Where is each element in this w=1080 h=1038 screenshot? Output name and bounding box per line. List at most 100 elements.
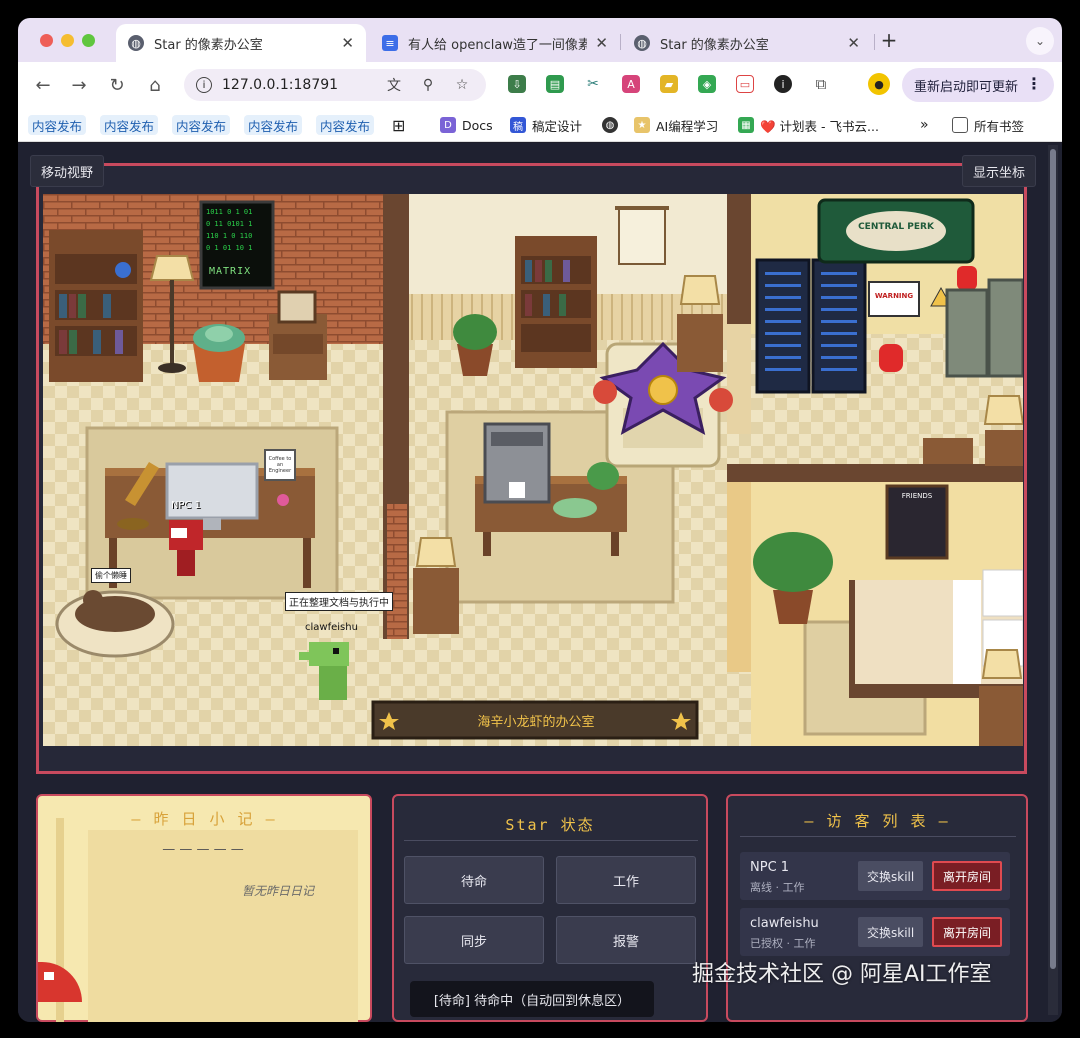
svg-text:0 11 0101 1: 0 11 0101 1 — [206, 220, 252, 228]
mushroom-icon — [38, 962, 82, 1002]
friends-poster-text: FRIENDS — [901, 492, 933, 500]
divider — [404, 840, 698, 841]
bookmark-pill[interactable]: 内容发布 — [172, 115, 231, 135]
central-perk-sign: CENTRAL PERK — [858, 222, 934, 232]
info-icon[interactable]: i — [196, 77, 212, 93]
more-bookmarks-icon[interactable]: » — [920, 115, 929, 135]
pixel-office-scene[interactable]: 1011 0 1 01 0 11 0101 1 110 1 0 110 0 1 … — [43, 194, 1023, 746]
bookmark-pill[interactable]: 内容发布 — [244, 115, 303, 135]
folder-icon — [952, 117, 968, 133]
translate-extension-icon[interactable]: A — [622, 75, 640, 93]
apps-grid-icon[interactable]: ⊞ — [392, 115, 405, 135]
leave-room-button[interactable]: 离开房间 — [932, 917, 1003, 947]
npc-1-name[interactable]: NPC 1 — [171, 500, 201, 511]
swap-skill-button[interactable]: 交换skill — [858, 861, 924, 891]
home-button[interactable]: ⌂ — [142, 72, 168, 98]
tv-extension-icon[interactable]: ▭ — [736, 75, 754, 93]
svg-text:110 1 0 110: 110 1 0 110 — [206, 232, 252, 240]
tab-search-button[interactable]: ⌄ — [1026, 27, 1054, 55]
status-toast: [待命] 待命中（自动回到休息区） — [410, 981, 654, 1017]
layers-extension-icon[interactable]: ◈ — [698, 75, 716, 93]
close-window-button[interactable] — [40, 34, 53, 47]
page-content: 1011 0 1 01 0 11 0101 1 110 1 0 110 0 1 … — [18, 143, 1062, 1022]
scrollbar-thumb[interactable] — [1050, 149, 1056, 969]
visitor-status: 离线 · 工作 — [750, 881, 805, 894]
minimize-window-button[interactable] — [61, 34, 74, 47]
page-scrollbar[interactable] — [1048, 145, 1058, 1015]
show-coords-button[interactable]: 显示坐标 — [962, 155, 1037, 187]
update-label: 重新启动即可更新 — [914, 79, 1019, 95]
forward-button[interactable]: → — [66, 72, 92, 98]
leave-room-button[interactable]: 离开房间 — [932, 861, 1003, 891]
cat-label: 偷个懒睡 — [91, 568, 131, 583]
tip-extension-icon[interactable]: i — [774, 75, 792, 93]
memo-page — [88, 830, 358, 1022]
folder-extension-icon[interactable]: ▰ — [660, 75, 678, 93]
translate-icon[interactable]: 文 — [384, 75, 404, 95]
address-bar[interactable]: i 127.0.0.1:18791 文 ⚲ ☆ — [184, 69, 486, 101]
divider — [740, 836, 1016, 837]
memo-empty-text: 暂无昨日日记 — [242, 884, 315, 898]
game-frame: 1011 0 1 01 0 11 0101 1 110 1 0 110 0 1 … — [36, 163, 1027, 774]
sheet-icon: ▦ — [738, 117, 754, 133]
bookmark-plan-sheet[interactable]: ▦ ❤️ 计划表 - 飞书云... — [738, 115, 879, 135]
bookmark-docs[interactable]: D Docs — [440, 115, 493, 135]
gaoding-icon: 稿 — [510, 117, 526, 133]
bookmark-star-icon[interactable]: ☆ — [452, 75, 472, 95]
warning-sign-text: WARNING — [874, 292, 914, 300]
globe-icon: ◍ — [128, 35, 144, 51]
url-text: 127.0.0.1:18791 — [222, 77, 339, 93]
swap-skill-button[interactable]: 交换skill — [858, 917, 924, 947]
reload-button[interactable]: ↻ — [104, 72, 130, 98]
tab-article[interactable]: ≡ 有人给 openclaw造了一间像素 ✕ — [370, 24, 620, 62]
maximize-window-button[interactable] — [82, 34, 95, 47]
profile-avatar[interactable]: ● — [868, 73, 890, 95]
memo-title: — 昨 日 小 记 — — [131, 810, 277, 828]
bookmark-icon: ★ — [634, 117, 650, 133]
download-extension-icon[interactable]: ⇩ — [508, 75, 526, 93]
yesterday-memo-panel: — 昨 日 小 记 — — — — — — 暂无昨日日记 — [36, 794, 372, 1022]
svg-text:1011 0 1 01: 1011 0 1 01 — [206, 208, 252, 216]
new-tab-button[interactable]: + — [876, 27, 902, 53]
tab-strip: ◍ Star 的像素办公室 ✕ ≡ 有人给 openclaw造了一间像素 ✕ ◍… — [18, 18, 1062, 62]
scissors-extension-icon[interactable]: ✂ — [584, 75, 602, 93]
watermark: 掘金技术社区 @ 阿星AI工作室 — [692, 962, 992, 987]
work-button[interactable]: 工作 — [556, 856, 696, 904]
agent-name[interactable]: clawfeishu — [305, 622, 358, 633]
back-button[interactable]: ← — [30, 72, 56, 98]
close-icon[interactable]: ✕ — [847, 34, 860, 52]
bookmark-pill[interactable]: 内容发布 — [316, 115, 375, 135]
tab-star-office-2[interactable]: ◍ Star 的像素办公室 ✕ — [622, 24, 872, 62]
bookmark-pill[interactable]: 内容发布 — [100, 115, 159, 135]
office-banner: 海辛小龙虾的办公室 — [477, 715, 595, 730]
sheet-extension-icon[interactable]: ▤ — [546, 75, 564, 93]
globe-icon[interactable]: ◍ — [602, 115, 624, 135]
sync-button[interactable]: 同步 — [404, 916, 544, 964]
toolbar: ← → ↻ ⌂ i 127.0.0.1:18791 文 ⚲ ☆ ⇩ ▤ ✂ A … — [18, 62, 1062, 108]
bookmark-gaoding[interactable]: 稿稿定设计 — [510, 115, 582, 135]
close-icon[interactable]: ✕ — [341, 34, 354, 52]
docs-icon: D — [440, 117, 456, 133]
move-view-button[interactable]: 移动视野 — [30, 155, 105, 187]
visitor-name: clawfeishu — [750, 916, 819, 931]
update-button[interactable]: 重新启动即可更新 ⋮ — [902, 68, 1054, 102]
visitor-name: NPC 1 — [750, 860, 790, 875]
zoom-icon[interactable]: ⚲ — [418, 75, 438, 95]
tab-divider — [620, 34, 621, 50]
memo-dashes: — — — — — — [162, 842, 244, 857]
office-map: 1011 0 1 01 0 11 0101 1 110 1 0 110 0 1 … — [43, 194, 1023, 746]
bookmark-pill[interactable]: 内容发布 — [28, 115, 87, 135]
menu-dots-icon[interactable]: ⋮ — [1026, 74, 1042, 93]
close-icon[interactable]: ✕ — [595, 34, 608, 52]
idle-button[interactable]: 待命 — [404, 856, 544, 904]
mushroom-spot — [44, 972, 54, 980]
tab-star-office[interactable]: ◍ Star 的像素办公室 ✕ — [116, 24, 366, 62]
extensions-puzzle-icon[interactable]: ⧉ — [812, 75, 830, 93]
visitor-row: clawfeishu 已授权 · 工作 交换skill 离开房间 — [740, 908, 1010, 956]
all-bookmarks[interactable]: 所有书签 — [952, 115, 1024, 135]
alarm-button[interactable]: 报警 — [556, 916, 696, 964]
bookmark-ai-learning[interactable]: ★ AI编程学习 — [634, 115, 718, 135]
status-title: Star 状态 — [505, 816, 595, 834]
visitor-status: 已授权 · 工作 — [750, 937, 816, 950]
matrix-poster-text: MATRIX — [209, 266, 252, 277]
